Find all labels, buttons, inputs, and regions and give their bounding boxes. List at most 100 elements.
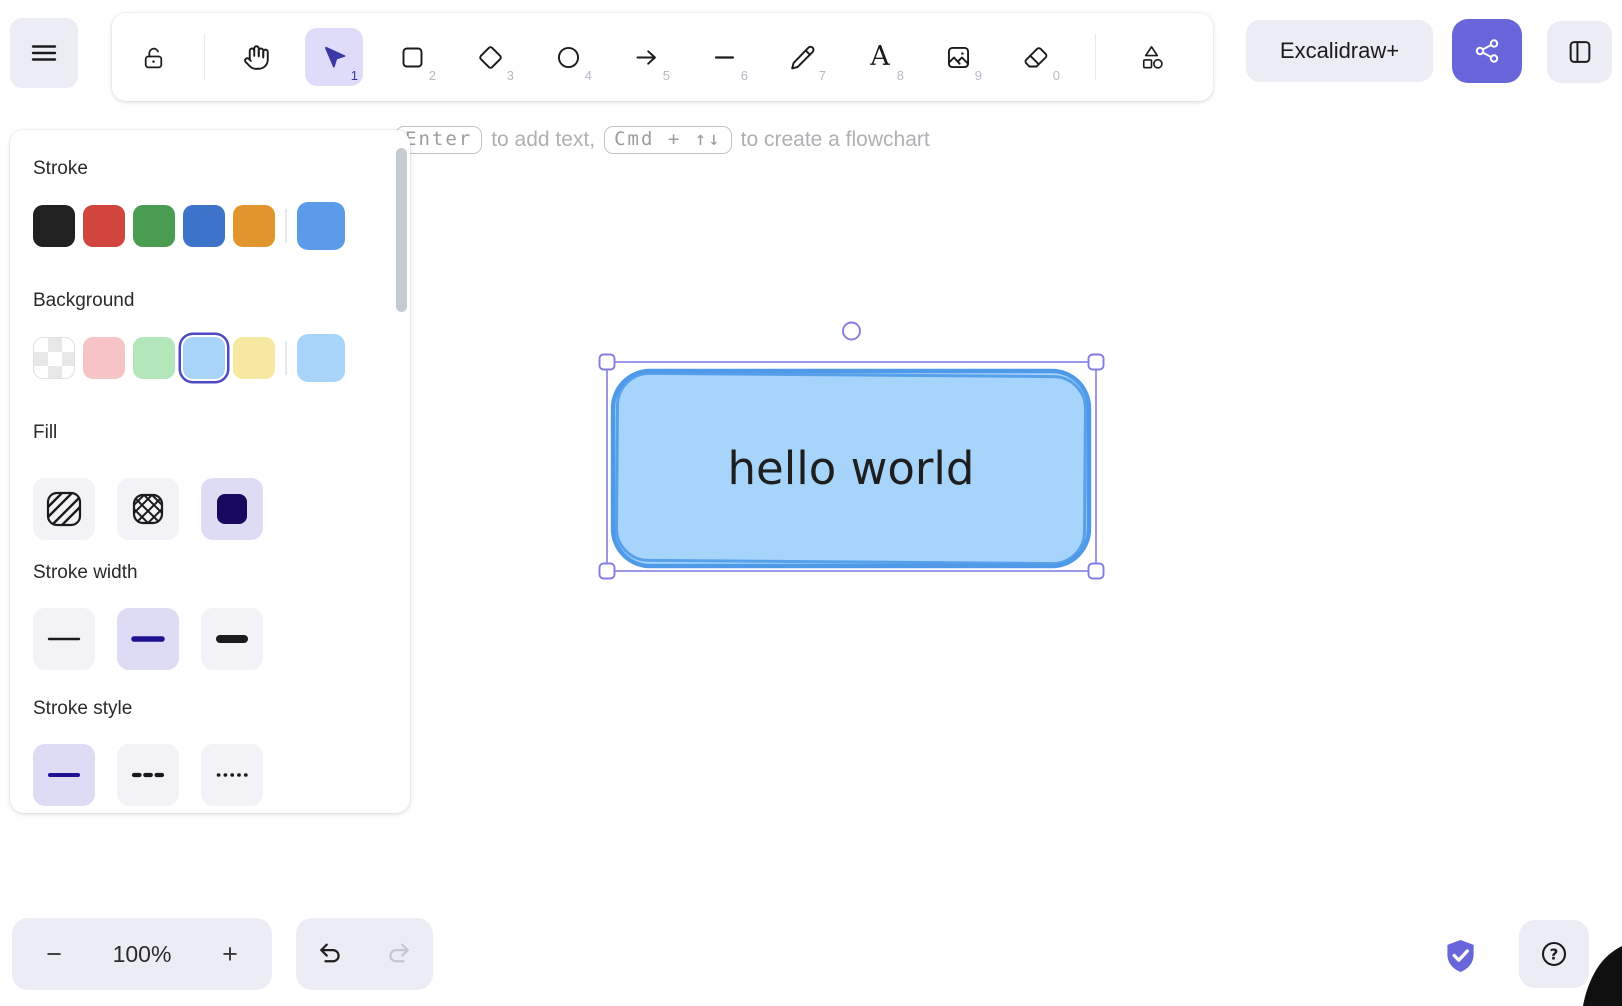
tool-ellipse[interactable]: 4 — [539, 28, 597, 86]
stroke-color-red[interactable] — [83, 205, 125, 247]
cursor-artifact — [1580, 946, 1622, 1006]
swatch-divider — [285, 209, 287, 243]
line-icon — [711, 44, 738, 71]
toolbar-separator — [1095, 34, 1096, 80]
share-icon — [1472, 36, 1502, 66]
current-background-color[interactable] — [297, 334, 345, 382]
tool-shortcut: 3 — [507, 68, 514, 83]
tool-shortcut: 4 — [585, 68, 592, 83]
solid-fill-icon — [212, 489, 252, 529]
background-section-label: Background — [33, 290, 410, 312]
tool-image[interactable]: 9 — [929, 28, 987, 86]
selection-handle-top-right[interactable] — [1089, 355, 1104, 370]
tool-draw[interactable]: 7 — [773, 28, 831, 86]
background-color-blue[interactable] — [183, 337, 225, 379]
arrow-icon — [633, 44, 660, 71]
fill-hachure-button[interactable] — [33, 478, 95, 540]
tool-arrow[interactable]: 5 — [617, 28, 675, 86]
hint-text-1: to add text, — [491, 128, 595, 152]
thin-line-icon — [47, 633, 81, 645]
canvas-hint: Enter to add text, Cmd + ↑↓ to create a … — [395, 126, 930, 154]
stroke-style-row — [33, 744, 410, 806]
stroke-width-extrabold-button[interactable] — [201, 608, 263, 670]
medium-line-icon — [131, 633, 165, 645]
background-color-transparent[interactable] — [33, 337, 75, 379]
selection-handle-bottom-left[interactable] — [600, 564, 615, 579]
hachure-icon — [44, 489, 84, 529]
stroke-style-dotted-button[interactable] — [201, 744, 263, 806]
help-button[interactable]: ? — [1519, 920, 1589, 988]
undo-button[interactable] — [302, 922, 358, 986]
fill-options-row — [33, 478, 410, 540]
cmd-key-badge: Cmd + ↑↓ — [604, 126, 732, 154]
fill-crosshatch-button[interactable] — [117, 478, 179, 540]
stroke-color-black[interactable] — [33, 205, 75, 247]
zoom-level[interactable]: 100% — [96, 941, 188, 968]
zoom-out-button[interactable]: − — [12, 918, 96, 990]
image-icon — [945, 44, 972, 71]
redo-icon — [386, 941, 412, 967]
question-circle-icon: ? — [1538, 938, 1570, 970]
undo-icon — [317, 941, 343, 967]
tool-rectangle[interactable]: 2 — [383, 28, 441, 86]
tool-more-shapes[interactable] — [1122, 28, 1180, 86]
solid-stroke-icon — [47, 769, 81, 781]
rotate-handle[interactable] — [843, 323, 860, 340]
rectangle-icon — [399, 44, 426, 71]
tool-shortcut: 6 — [741, 68, 748, 83]
background-color-yellow[interactable] — [233, 337, 275, 379]
sidebar-toggle-button[interactable] — [1547, 21, 1612, 83]
selection-handle-top-left[interactable] — [600, 355, 615, 370]
stroke-width-section-label: Stroke width — [33, 562, 410, 584]
main-menu-button[interactable] — [10, 18, 78, 88]
shapes-icon — [1137, 43, 1166, 72]
background-color-green[interactable] — [133, 337, 175, 379]
canvas[interactable]: hello world — [560, 300, 1140, 600]
tool-shortcut: 7 — [819, 68, 826, 83]
tool-text[interactable]: A 8 — [851, 28, 909, 86]
tool-selection[interactable]: 1 — [305, 28, 363, 86]
stroke-style-section-label: Stroke style — [33, 698, 410, 720]
tool-line[interactable]: 6 — [695, 28, 753, 86]
tool-hand[interactable] — [227, 28, 285, 86]
shape-text: hello world — [728, 442, 975, 495]
stroke-width-row — [33, 608, 410, 670]
zoom-controls: − 100% + — [12, 918, 272, 990]
tool-diamond[interactable]: 3 — [461, 28, 519, 86]
background-color-pink[interactable] — [83, 337, 125, 379]
svg-text:A: A — [869, 42, 890, 72]
toolbar-separator — [204, 34, 205, 80]
stroke-style-dashed-button[interactable] — [117, 744, 179, 806]
tool-eraser[interactable]: 0 — [1007, 28, 1065, 86]
tool-lock[interactable] — [124, 28, 182, 86]
properties-panel: Stroke Background Fill — [10, 130, 410, 813]
history-controls — [296, 918, 433, 990]
tool-shortcut: 2 — [429, 68, 436, 83]
dotted-stroke-icon — [215, 769, 249, 781]
canvas-shape-rectangle[interactable]: hello world — [613, 371, 1089, 566]
excalidraw-plus-button[interactable]: Excalidraw+ — [1246, 20, 1433, 82]
share-button[interactable] — [1452, 19, 1522, 83]
stroke-color-green[interactable] — [133, 205, 175, 247]
stroke-width-thin-button[interactable] — [33, 608, 95, 670]
hand-icon — [243, 44, 270, 71]
stroke-width-bold-button[interactable] — [117, 608, 179, 670]
tool-shortcut: 8 — [897, 68, 904, 83]
redo-button[interactable] — [371, 922, 427, 986]
fill-solid-button[interactable] — [201, 478, 263, 540]
tool-shortcut: 1 — [351, 68, 358, 83]
dashed-stroke-icon — [131, 769, 165, 781]
tool-shortcut: 5 — [663, 68, 670, 83]
stroke-color-row — [33, 202, 410, 250]
sidebar-panel-icon — [1566, 38, 1594, 66]
background-color-row — [33, 334, 410, 382]
eraser-icon — [1023, 44, 1050, 71]
stroke-color-blue[interactable] — [183, 205, 225, 247]
swatch-divider — [285, 341, 287, 375]
panel-scrollbar[interactable] — [396, 148, 407, 312]
selection-handle-bottom-right[interactable] — [1089, 564, 1104, 579]
stroke-color-orange[interactable] — [233, 205, 275, 247]
stroke-style-solid-button[interactable] — [33, 744, 95, 806]
current-stroke-color[interactable] — [297, 202, 345, 250]
zoom-in-button[interactable]: + — [188, 918, 272, 990]
